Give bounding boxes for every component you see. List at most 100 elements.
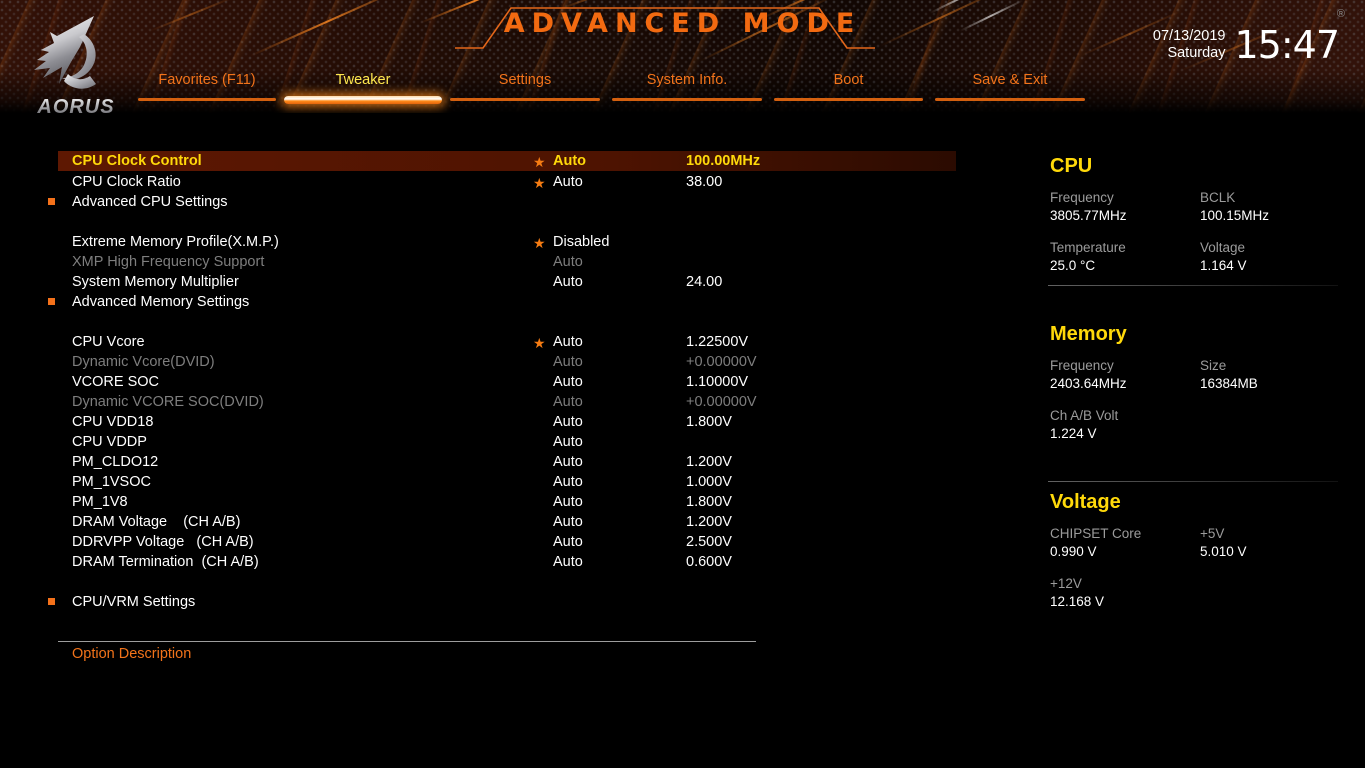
- setting-value[interactable]: Disabled: [553, 232, 609, 252]
- setting-value[interactable]: Auto: [553, 452, 583, 472]
- setting-number: 1.200V: [686, 454, 732, 470]
- panel-stat-value: 12.168 V: [1050, 594, 1105, 609]
- setting-value[interactable]: Auto: [553, 252, 583, 272]
- nav-tab-underline: [612, 98, 762, 101]
- setting-number: 1.000V: [686, 474, 732, 490]
- settings-row[interactable]: XMP High Frequency Support Auto: [58, 252, 956, 272]
- setting-label: Extreme Memory Profile(X.M.P.): [72, 234, 279, 250]
- aorus-logo-text: AORUS: [24, 96, 128, 113]
- setting-value[interactable]: Auto: [553, 272, 583, 292]
- submenu-square-icon: [48, 298, 55, 305]
- settings-row[interactable]: PM_CLDO12 Auto 1.200V: [58, 452, 956, 472]
- settings-row[interactable]: ★ CPU Clock Ratio Auto 38.00: [58, 172, 956, 192]
- aorus-falcon-icon: [34, 16, 96, 89]
- settings-row[interactable]: PM_1V8 Auto 1.800V: [58, 492, 956, 512]
- nav-tab-boot[interactable]: Boot: [768, 68, 929, 108]
- panel-section-divider: [1048, 481, 1338, 482]
- setting-value[interactable]: Auto: [553, 172, 583, 192]
- system-info-panel: CPU Frequency 3805.77MHz BCLK 100.15MHz Tempe…: [1020, 113, 1365, 673]
- panel-stat: BCLK 100.15MHz: [1200, 189, 1269, 225]
- nav-tab-system-info[interactable]: System Info.: [606, 68, 768, 108]
- setting-number: 1.10000V: [686, 374, 749, 390]
- submenu-square-icon: [48, 198, 55, 205]
- panel-stat-value: 25.0 °C: [1050, 258, 1096, 273]
- setting-value[interactable]: Auto: [553, 372, 583, 392]
- nav-tab-underline: [774, 98, 923, 101]
- panel-section-title: Voltage: [1050, 491, 1121, 513]
- setting-value[interactable]: Auto: [553, 412, 583, 432]
- setting-value[interactable]: Auto: [553, 512, 583, 532]
- settings-row[interactable]: DRAM Termination (CH A/B) Auto 0.600V: [58, 552, 956, 572]
- setting-value[interactable]: Auto: [553, 552, 583, 572]
- star-icon: ★: [533, 335, 546, 351]
- star-icon: ★: [533, 175, 546, 191]
- nav-tab-label: Settings: [498, 72, 552, 88]
- setting-number: 2.500V: [686, 534, 732, 550]
- panel-stat-key: Ch A/B Volt: [1050, 408, 1119, 423]
- star-icon: ★: [533, 154, 546, 170]
- settings-list: Option Description ★ CPU Clock Control Aut…: [0, 113, 1020, 673]
- panel-stat-value: 0.990 V: [1050, 544, 1097, 559]
- setting-value[interactable]: Auto: [553, 532, 583, 552]
- settings-row[interactable]: CPU VDD18 Auto 1.800V: [58, 412, 956, 432]
- setting-label: PM_CLDO12: [72, 454, 159, 470]
- setting-value[interactable]: Auto: [553, 392, 583, 412]
- panel-stat-key: Frequency: [1050, 190, 1114, 205]
- header-bar: ADVANCED MODE ® AORUS 07/13/2019 Saturda…: [0, 0, 1365, 113]
- setting-number: 24.00: [686, 274, 723, 290]
- panel-stat-key: CHIPSET Core: [1050, 526, 1142, 541]
- footer-bar: [0, 673, 1365, 768]
- settings-row[interactable]: Dynamic Vcore(DVID) Auto +0.00000V: [58, 352, 956, 372]
- setting-label: DRAM Termination (CH A/B): [72, 554, 259, 570]
- date-text: 07/13/2019: [1152, 28, 1226, 44]
- setting-label: DDRVPP Voltage (CH A/B): [72, 534, 254, 550]
- setting-label: CPU VDD18: [72, 414, 154, 430]
- bios-screen: ADVANCED MODE ® AORUS 07/13/2019 Saturda…: [0, 0, 1365, 768]
- settings-row[interactable]: Advanced CPU Settings: [48, 192, 956, 212]
- nav-tab-label: Favorites (F11): [158, 72, 256, 88]
- setting-number: 0.600V: [686, 554, 732, 570]
- setting-label: PM_1V8: [72, 494, 128, 510]
- settings-row[interactable]: ★ Extreme Memory Profile(X.M.P.) Disabled: [58, 232, 956, 252]
- setting-value[interactable]: Auto: [553, 151, 586, 171]
- settings-row[interactable]: PM_1VSOC Auto 1.000V: [58, 472, 956, 492]
- settings-row[interactable]: System Memory Multiplier Auto 24.00: [58, 272, 956, 292]
- nav-tab-tweaker[interactable]: Tweaker: [282, 68, 444, 108]
- panel-stat-key: Voltage: [1200, 240, 1246, 255]
- panel-stat: Voltage 1.164 V: [1200, 239, 1247, 275]
- setting-value[interactable]: Auto: [553, 472, 583, 492]
- nav-tab-save-exit[interactable]: Save & Exit: [929, 68, 1091, 108]
- settings-row[interactable]: Dynamic VCORE SOC(DVID) Auto +0.00000V: [58, 392, 956, 412]
- panel-stat: +5V 5.010 V: [1200, 525, 1247, 561]
- setting-value[interactable]: Auto: [553, 332, 583, 352]
- panel-stat-value: 100.15MHz: [1200, 208, 1270, 223]
- setting-value[interactable]: Auto: [553, 432, 583, 452]
- option-description-divider: [58, 641, 756, 642]
- setting-number: 1.22500V: [686, 334, 749, 350]
- settings-row[interactable]: ★ CPU Vcore Auto 1.22500V: [58, 332, 956, 352]
- nav-tab-label: Tweaker: [335, 72, 391, 88]
- nav-tab-favorites-f11[interactable]: Favorites (F11): [132, 68, 282, 108]
- nav-tab-settings[interactable]: Settings: [444, 68, 606, 108]
- setting-number: 38.00: [686, 174, 723, 190]
- settings-row[interactable]: ★ CPU Clock Control Auto 100.00MHz: [58, 151, 956, 171]
- setting-number: 1.800V: [686, 494, 732, 510]
- panel-stat-value: 16384MB: [1200, 376, 1258, 391]
- nav-tab-underline: [450, 98, 600, 101]
- setting-value[interactable]: Auto: [553, 352, 583, 372]
- panel-stat: CHIPSET Core 0.990 V: [1050, 525, 1141, 561]
- settings-row[interactable]: DDRVPP Voltage (CH A/B) Auto 2.500V: [58, 532, 956, 552]
- settings-row[interactable]: Advanced Memory Settings: [48, 292, 956, 312]
- setting-label: CPU Clock Ratio: [72, 174, 181, 190]
- panel-stat-value: 1.164 V: [1200, 258, 1247, 273]
- settings-row[interactable]: CPU VDDP Auto: [58, 432, 956, 452]
- settings-row[interactable]: VCORE SOC Auto 1.10000V: [58, 372, 956, 392]
- panel-stat: +12V 12.168 V: [1050, 575, 1104, 611]
- setting-label: CPU/VRM Settings: [72, 594, 196, 610]
- setting-value[interactable]: Auto: [553, 492, 583, 512]
- settings-row[interactable]: DRAM Voltage (CH A/B) Auto 1.200V: [58, 512, 956, 532]
- settings-row[interactable]: CPU/VRM Settings: [48, 592, 956, 612]
- nav-tab-label: System Info.: [646, 72, 728, 88]
- setting-label: PM_1VSOC: [72, 474, 151, 490]
- setting-label: VCORE SOC: [72, 374, 160, 390]
